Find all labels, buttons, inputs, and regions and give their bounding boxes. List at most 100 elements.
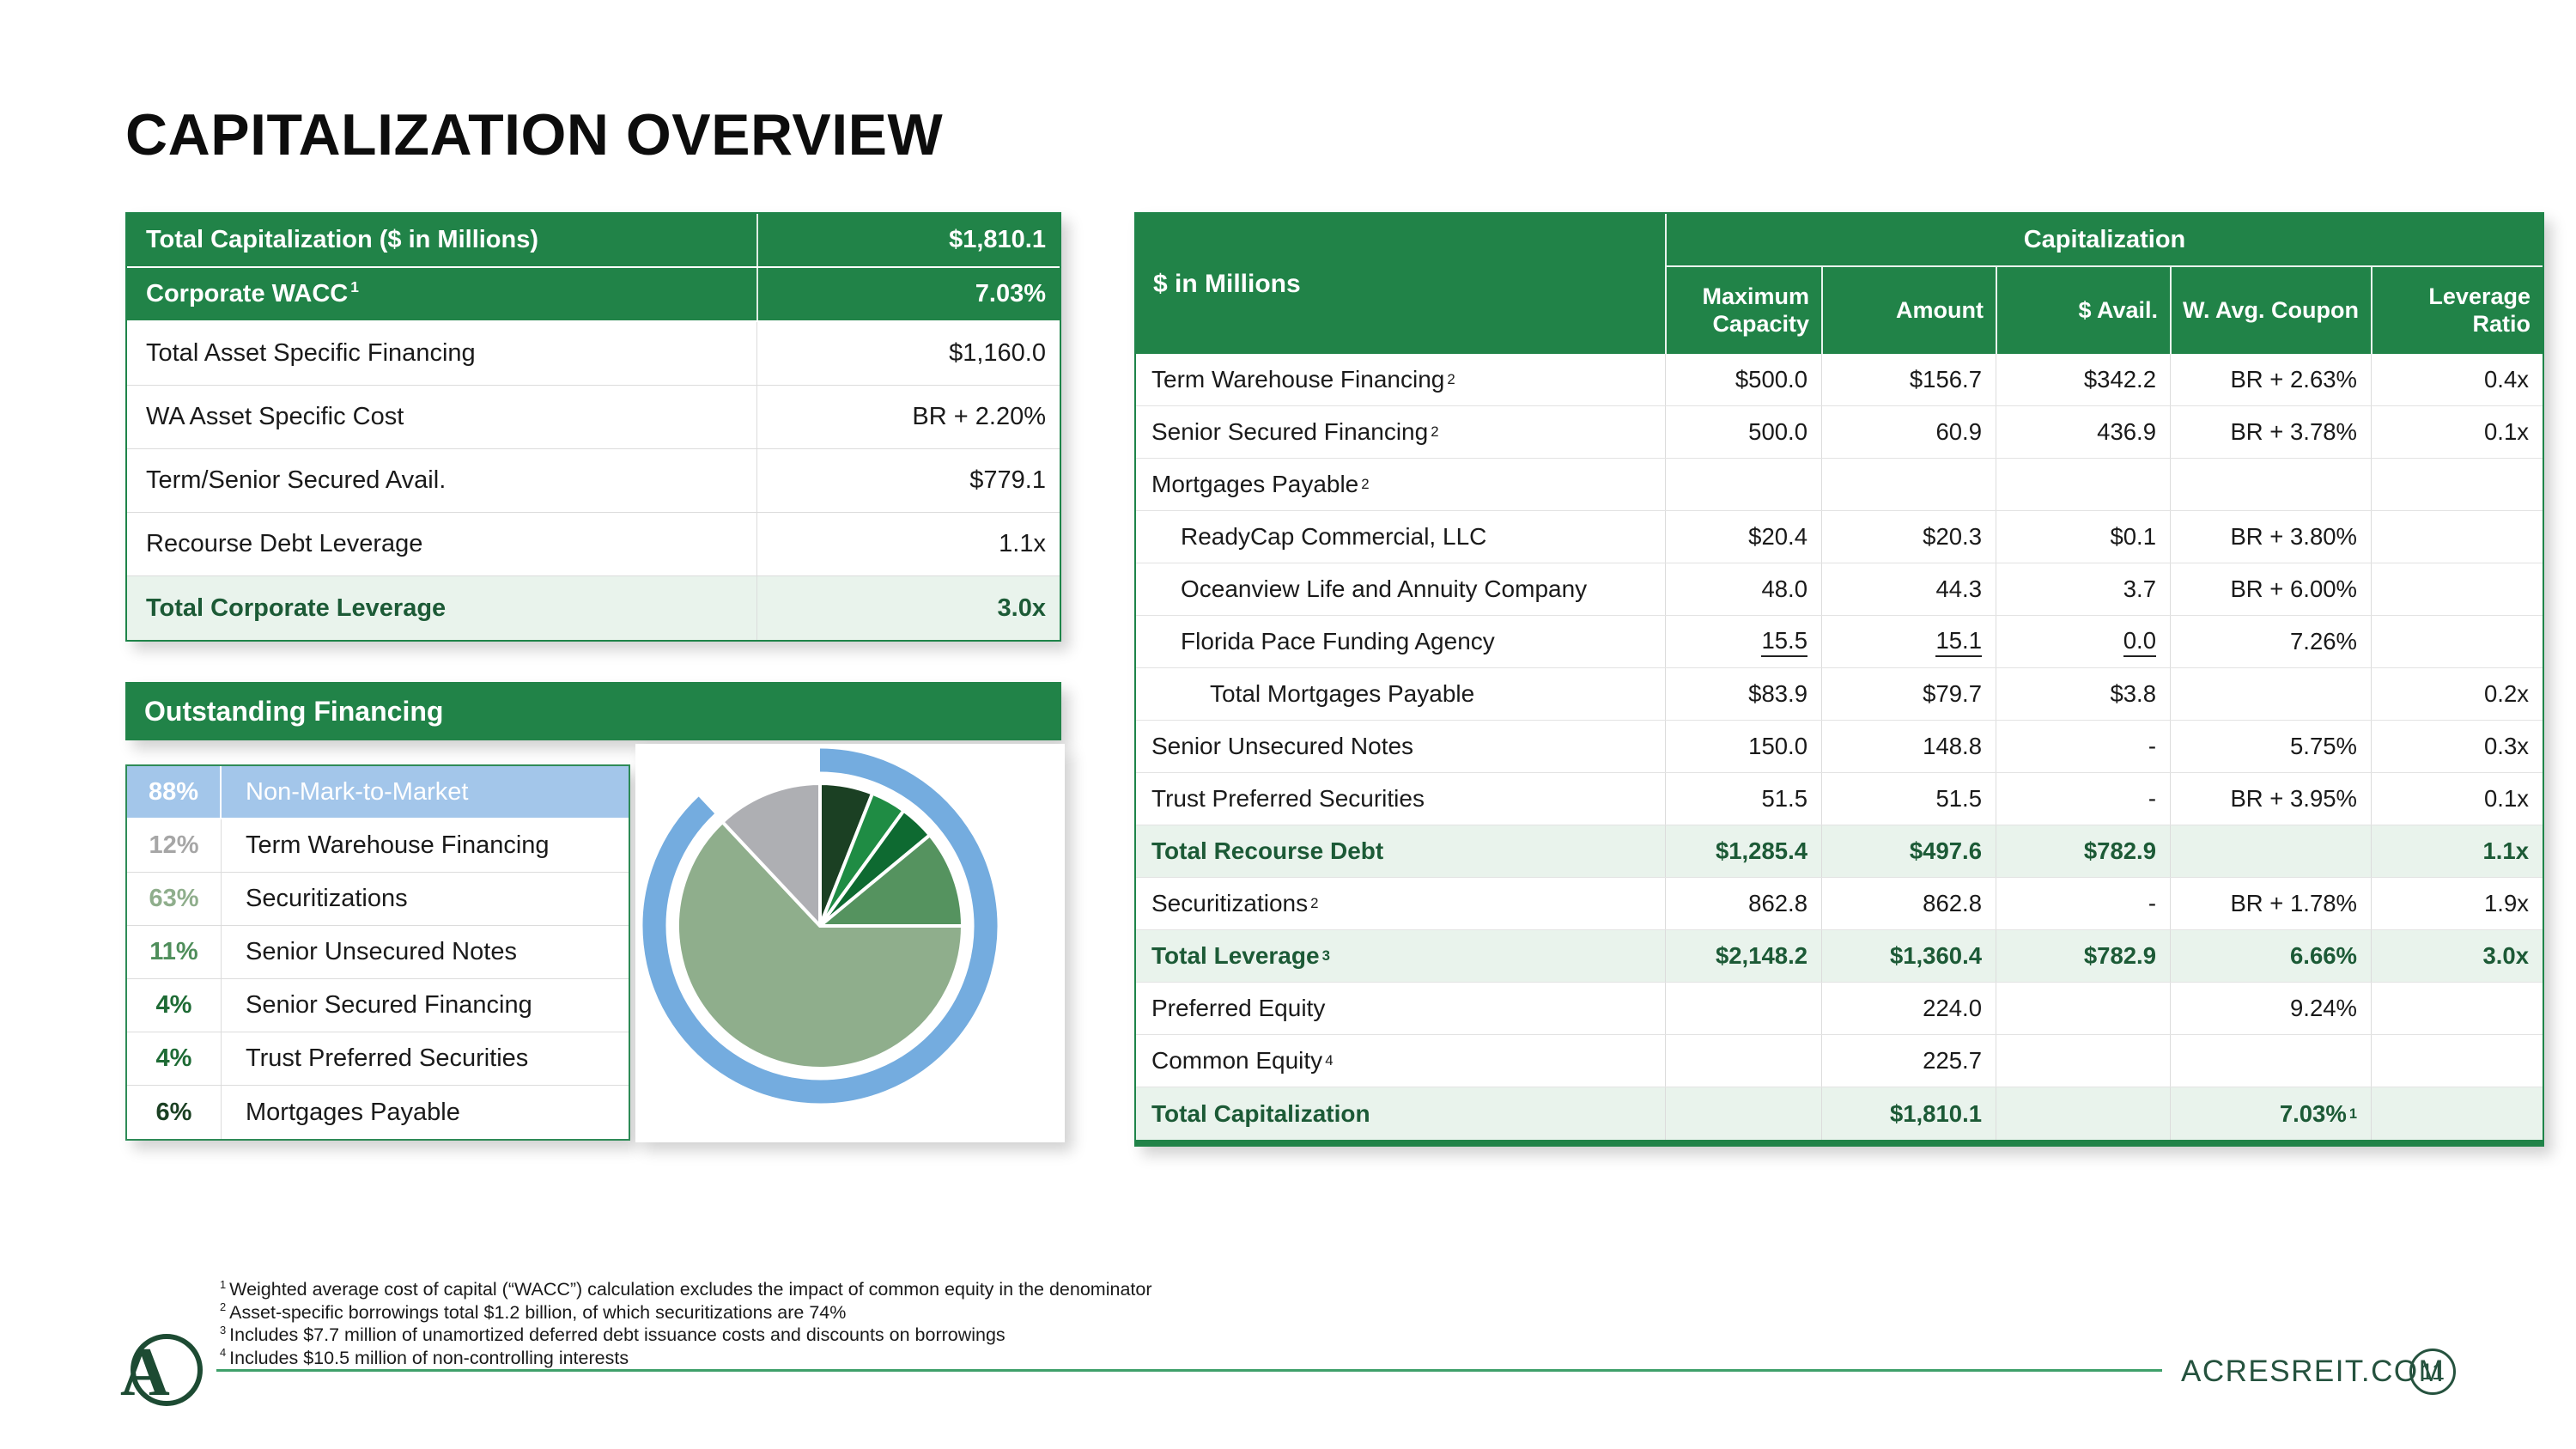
row-label: Term Warehouse Financing2 bbox=[1136, 354, 1665, 405]
row-cell: 7.26% bbox=[2170, 616, 2371, 667]
summary-table: Total Capitalization ($ in Millions)$1,8… bbox=[125, 212, 1061, 642]
column-header-maximum-capacity: Maximum Capacity bbox=[1665, 267, 1821, 354]
table-row: Oceanview Life and Annuity Company48.044… bbox=[1136, 563, 2543, 616]
row-cell: 0.1x bbox=[2371, 773, 2543, 825]
row-cell bbox=[2170, 459, 2371, 510]
website-link[interactable]: ACRESREIT.COM bbox=[2181, 1355, 2445, 1389]
legend-label: Term Warehouse Financing bbox=[222, 831, 629, 860]
units-label: $ in Millions bbox=[1136, 214, 1665, 354]
row-cell: 500.0 bbox=[1665, 406, 1821, 458]
table-row: Senior Secured Financing2500.060.9436.9B… bbox=[1136, 406, 2543, 459]
footnote: 1Weighted average cost of capital (“WACC… bbox=[220, 1278, 1152, 1301]
column-header-amount: Amount bbox=[1821, 267, 1996, 354]
table-row: Total Mortgages Payable$83.9$79.7$3.80.2… bbox=[1136, 668, 2543, 721]
summary-row-label: Term/Senior Secured Avail. bbox=[127, 466, 756, 495]
summary-row: Term/Senior Secured Avail.$779.1 bbox=[127, 449, 1060, 513]
table-row: Securitizations2862.8862.8-BR + 1.78%1.9… bbox=[1136, 878, 2543, 930]
row-cell: 0.0 bbox=[1996, 616, 2170, 667]
table-row: Total Capitalization$1,810.17.03%1 bbox=[1136, 1087, 2543, 1140]
capitalization-group-header: Capitalization bbox=[1665, 214, 2543, 267]
legend-row: 63%Securitizations bbox=[127, 873, 629, 926]
row-cell: 5.75% bbox=[2170, 721, 2371, 772]
row-cell: BR + 2.63% bbox=[2170, 354, 2371, 405]
legend-percent: 4% bbox=[127, 1032, 222, 1085]
row-label: Total Leverage3 bbox=[1136, 930, 1665, 982]
summary-row: Total Corporate Leverage3.0x bbox=[127, 576, 1060, 640]
row-label: Senior Unsecured Notes bbox=[1136, 721, 1665, 772]
summary-row-label: Corporate WACC1 bbox=[127, 280, 756, 308]
row-cell: 150.0 bbox=[1665, 721, 1821, 772]
financing-legend: 88%Non-Mark-to-Market12%Term Warehouse F… bbox=[125, 764, 630, 1141]
row-cell: 0.1x bbox=[2371, 406, 2543, 458]
row-cell bbox=[1996, 459, 2170, 510]
summary-row: Recourse Debt Leverage1.1x bbox=[127, 513, 1060, 576]
footnotes: 1Weighted average cost of capital (“WACC… bbox=[220, 1278, 1152, 1369]
row-cell: BR + 1.78% bbox=[2170, 878, 2371, 929]
row-cell: 15.1 bbox=[1821, 616, 1996, 667]
row-label: Total Capitalization bbox=[1136, 1087, 1665, 1140]
summary-row-label: WA Asset Specific Cost bbox=[127, 403, 756, 431]
legend-label: Senior Secured Financing bbox=[222, 991, 629, 1020]
row-cell bbox=[1665, 983, 1821, 1034]
capitalization-table-header: $ in Millions Capitalization Maximum Cap… bbox=[1136, 214, 2543, 354]
legend-percent: 63% bbox=[127, 873, 222, 925]
row-cell bbox=[1665, 1035, 1821, 1087]
row-cell: 48.0 bbox=[1665, 563, 1821, 615]
row-label: Trust Preferred Securities bbox=[1136, 773, 1665, 825]
row-cell: 0.2x bbox=[2371, 668, 2543, 720]
row-cell: 148.8 bbox=[1821, 721, 1996, 772]
row-cell: 15.5 bbox=[1665, 616, 1821, 667]
legend-row: 6%Mortgages Payable bbox=[127, 1086, 629, 1139]
summary-row-value: $1,810.1 bbox=[756, 214, 1060, 266]
table-row: Trust Preferred Securities51.551.5-BR + … bbox=[1136, 773, 2543, 825]
summary-row-value: $779.1 bbox=[756, 449, 1060, 512]
footer-divider-line bbox=[216, 1369, 2162, 1372]
row-cell: 3.0x bbox=[2371, 930, 2543, 982]
legend-row: 4%Senior Secured Financing bbox=[127, 979, 629, 1032]
legend-label: Trust Preferred Securities bbox=[222, 1044, 629, 1073]
outstanding-financing-title: Outstanding Financing bbox=[144, 696, 443, 728]
row-cell bbox=[1665, 1087, 1821, 1140]
table-row: Common Equity4225.7 bbox=[1136, 1035, 2543, 1087]
row-cell: 225.7 bbox=[1821, 1035, 1996, 1087]
row-cell: BR + 3.78% bbox=[2170, 406, 2371, 458]
row-label: Mortgages Payable2 bbox=[1136, 459, 1665, 510]
row-label: Total Mortgages Payable bbox=[1136, 668, 1665, 720]
slide: CAPITALIZATION OVERVIEW Total Capitaliza… bbox=[0, 0, 2576, 1449]
summary-row-value: 7.03% bbox=[756, 268, 1060, 320]
row-cell bbox=[1996, 1035, 2170, 1087]
table-row: Senior Unsecured Notes150.0148.8-5.75%0.… bbox=[1136, 721, 2543, 773]
legend-percent: 88% bbox=[127, 766, 222, 818]
summary-row-label: Recourse Debt Leverage bbox=[127, 530, 756, 558]
row-cell: $156.7 bbox=[1821, 354, 1996, 405]
legend-row: 88%Non-Mark-to-Market bbox=[127, 766, 629, 819]
row-cell bbox=[2371, 1087, 2543, 1140]
row-cell: 6.66% bbox=[2170, 930, 2371, 982]
outstanding-financing-header: Outstanding Financing bbox=[125, 682, 1061, 740]
row-cell: $497.6 bbox=[1821, 825, 1996, 877]
row-label: Senior Secured Financing2 bbox=[1136, 406, 1665, 458]
row-cell bbox=[2371, 983, 2543, 1034]
table-row: ReadyCap Commercial, LLC$20.4$20.3$0.1BR… bbox=[1136, 511, 2543, 563]
footnote: 4Includes $10.5 million of non-controlli… bbox=[220, 1347, 1152, 1370]
row-cell: 3.7 bbox=[1996, 563, 2170, 615]
row-cell bbox=[1665, 459, 1821, 510]
row-cell: $342.2 bbox=[1996, 354, 2170, 405]
legend-row: 11%Senior Unsecured Notes bbox=[127, 926, 629, 979]
row-cell: - bbox=[1996, 878, 2170, 929]
row-cell: $782.9 bbox=[1996, 825, 2170, 877]
capitalization-table-body: Term Warehouse Financing2$500.0$156.7$34… bbox=[1136, 354, 2543, 1140]
row-cell: 44.3 bbox=[1821, 563, 1996, 615]
page-number-badge: 11 bbox=[2409, 1349, 2456, 1395]
row-cell: - bbox=[1996, 721, 2170, 772]
row-cell bbox=[2371, 459, 2543, 510]
summary-row: WA Asset Specific CostBR + 2.20% bbox=[127, 386, 1060, 449]
row-label: ReadyCap Commercial, LLC bbox=[1136, 511, 1665, 563]
legend-label: Senior Unsecured Notes bbox=[222, 938, 629, 966]
row-cell: $1,285.4 bbox=[1665, 825, 1821, 877]
summary-row-value: 3.0x bbox=[756, 576, 1060, 640]
row-cell: $1,360.4 bbox=[1821, 930, 1996, 982]
capitalization-table: $ in Millions Capitalization Maximum Cap… bbox=[1134, 212, 2544, 1147]
row-cell: 51.5 bbox=[1821, 773, 1996, 825]
summary-row: Corporate WACC17.03% bbox=[127, 268, 1060, 322]
